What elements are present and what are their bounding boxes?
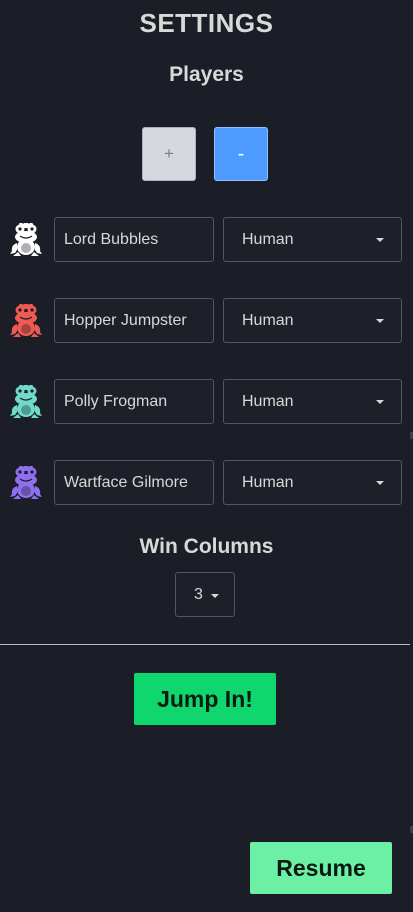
player-name-input[interactable] xyxy=(54,460,214,505)
caret-down-icon xyxy=(376,481,384,485)
frog-avatar-icon xyxy=(9,223,43,257)
win-columns-value: 3 xyxy=(194,586,203,603)
frog-avatar-icon xyxy=(9,304,43,338)
player-name-input[interactable] xyxy=(54,298,214,343)
frog-avatar-icon xyxy=(9,385,43,419)
player-row: Human xyxy=(0,298,413,344)
player-type-value: Human xyxy=(242,312,294,329)
player-type-select[interactable]: Human xyxy=(223,379,402,424)
player-type-select[interactable]: Human xyxy=(223,217,402,262)
caret-down-icon xyxy=(376,319,384,323)
player-type-select[interactable]: Human xyxy=(223,460,402,505)
player-name-input[interactable] xyxy=(54,217,214,262)
remove-player-button[interactable]: - xyxy=(214,127,268,181)
divider xyxy=(0,644,410,645)
win-columns-label: Win Columns xyxy=(139,535,274,558)
caret-down-icon xyxy=(376,238,384,242)
player-type-value: Human xyxy=(242,474,294,491)
player-row: Human xyxy=(0,217,413,263)
caret-down-icon xyxy=(211,594,219,598)
jump-in-button[interactable]: Jump In! xyxy=(134,673,276,725)
player-type-value: Human xyxy=(242,231,294,248)
player-type-value: Human xyxy=(242,393,294,410)
win-columns-select[interactable]: 3 xyxy=(175,572,235,617)
resume-button[interactable]: Resume xyxy=(250,842,392,894)
player-name-input[interactable] xyxy=(54,379,214,424)
player-row: Human xyxy=(0,460,413,506)
player-row: Human xyxy=(0,379,413,425)
player-type-select[interactable]: Human xyxy=(223,298,402,343)
add-player-button[interactable]: + xyxy=(142,127,196,181)
caret-down-icon xyxy=(376,400,384,404)
frog-avatar-icon xyxy=(9,466,43,500)
players-heading: Players xyxy=(169,63,244,86)
page-title: SETTINGS xyxy=(139,8,274,38)
